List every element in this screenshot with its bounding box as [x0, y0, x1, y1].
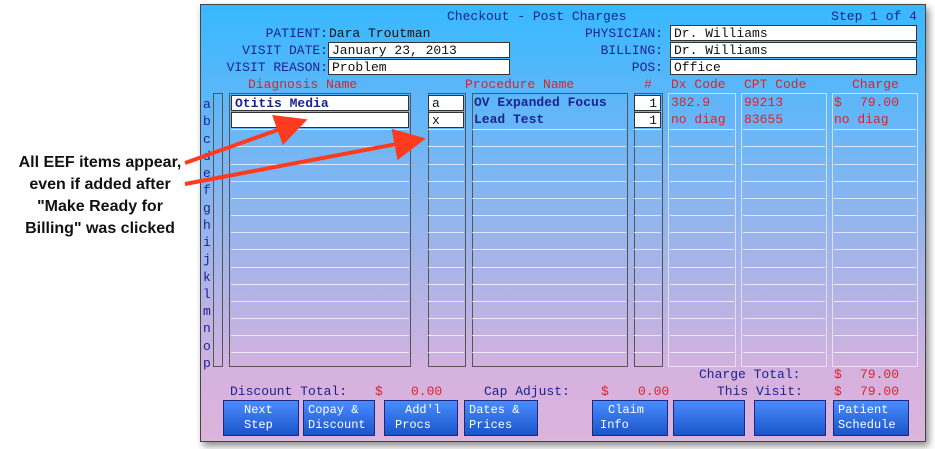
arrow-to-diagnosis [184, 114, 308, 165]
arrow-to-procedure [184, 128, 426, 186]
annotation-arrows [184, 114, 426, 186]
